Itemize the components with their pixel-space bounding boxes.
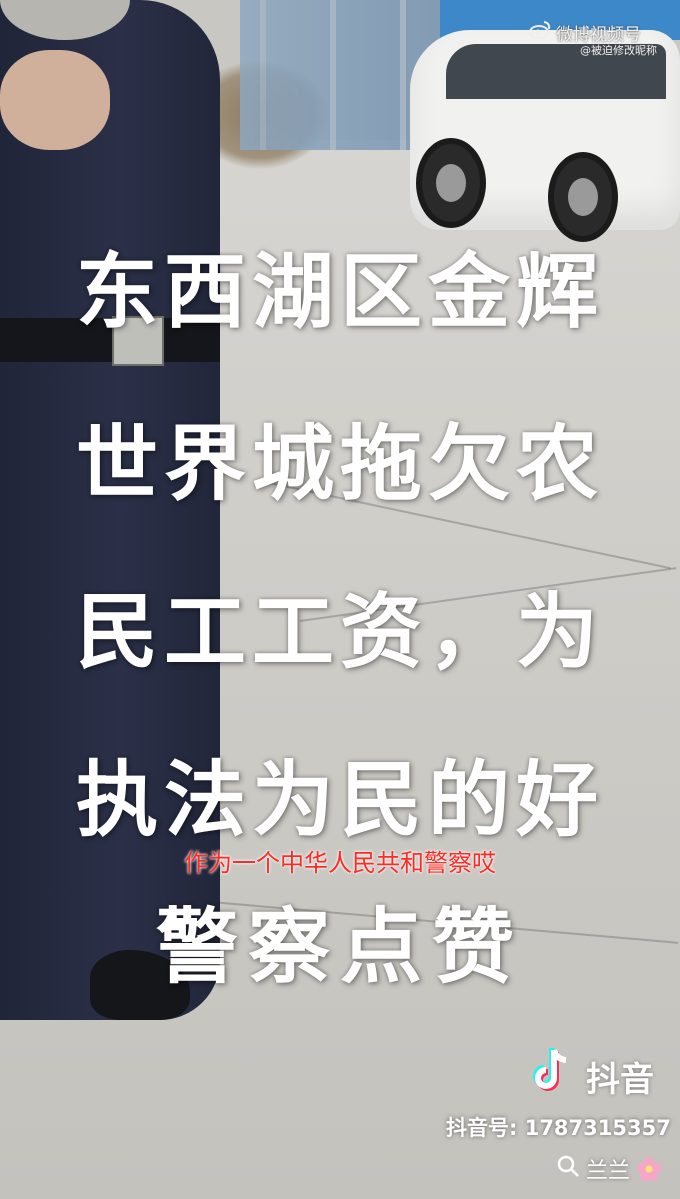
douyin-logo: 抖音 [530, 1046, 670, 1100]
caption-line-1: 东西湖区金辉 [75, 245, 604, 340]
caption-line-5: 警察点赞 [155, 900, 524, 995]
weibo-username: @被迫修改昵称 [580, 44, 657, 57]
search-icon [557, 1155, 579, 1177]
douyin-label: 抖音 [586, 1060, 654, 1100]
caption-line-4: 执法为民的好 [75, 753, 604, 848]
douyin-username: 兰兰 [586, 1159, 631, 1184]
douyin-id: 抖音号: 1787315357 [446, 1116, 671, 1140]
white-suv [410, 30, 680, 242]
officer-hand [0, 50, 110, 150]
flower-icon [637, 1157, 661, 1181]
caption-line-2: 世界城拖欠农 [75, 417, 604, 512]
weibo-icon [529, 21, 551, 39]
tiktok-icon [533, 1048, 567, 1091]
caption-line-3: 民工工资，为 [75, 585, 604, 680]
red-subtitle: 作为一个中华人民共和警察哎 [184, 849, 496, 877]
